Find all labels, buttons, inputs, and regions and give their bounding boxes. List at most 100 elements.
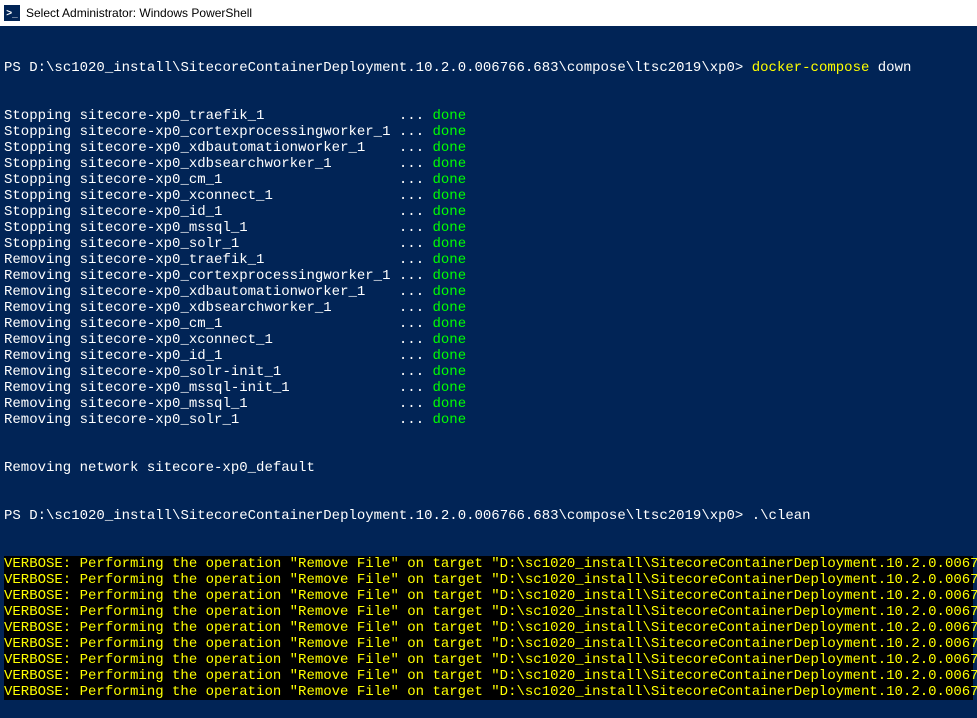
container-op-line: Removing sitecore-xp0_solr_1 ... done [4, 412, 973, 428]
verbose-line: VERBOSE: Performing the operation "Remov… [4, 668, 973, 684]
op-dots: ... [390, 252, 432, 268]
op-dots: ... [390, 412, 432, 428]
op-dots: ... [390, 204, 432, 220]
op-dots: ... [390, 124, 432, 140]
container-op-line: Stopping sitecore-xp0_cm_1 ... done [4, 172, 973, 188]
op-action: Removing [4, 396, 80, 412]
op-action: Stopping [4, 156, 80, 172]
op-action: Stopping [4, 124, 80, 140]
window-title: Select Administrator: Windows PowerShell [26, 6, 252, 20]
container-operations: Stopping sitecore-xp0_traefik_1 ... done… [4, 108, 973, 428]
op-action: Removing [4, 284, 80, 300]
op-status-done: done [433, 220, 467, 236]
op-status-done: done [433, 172, 467, 188]
op-action: Removing [4, 268, 80, 284]
op-action: Removing [4, 300, 80, 316]
op-action: Removing [4, 348, 80, 364]
op-container-name: sitecore-xp0_solr_1 [80, 412, 391, 428]
verbose-text: VERBOSE: Performing the operation "Remov… [4, 668, 973, 684]
op-action: Removing [4, 412, 80, 428]
container-op-line: Stopping sitecore-xp0_solr_1 ... done [4, 236, 973, 252]
op-status-done: done [433, 156, 467, 172]
op-container-name: sitecore-xp0_cm_1 [80, 316, 391, 332]
verbose-text: VERBOSE: Performing the operation "Remov… [4, 604, 973, 620]
container-op-line: Removing sitecore-xp0_xdbautomationworke… [4, 284, 973, 300]
op-dots: ... [390, 380, 432, 396]
op-container-name: sitecore-xp0_traefik_1 [80, 252, 391, 268]
op-status-done: done [433, 124, 467, 140]
op-container-name: sitecore-xp0_cortexprocessingworker_1 [80, 268, 391, 284]
network-remove-line: Removing network sitecore-xp0_default [4, 460, 973, 476]
prompt-line-2: PS D:\sc1020_install\SitecoreContainerDe… [4, 508, 973, 524]
container-op-line: Removing sitecore-xp0_solr-init_1 ... do… [4, 364, 973, 380]
op-container-name: sitecore-xp0_xdbsearchworker_1 [80, 300, 391, 316]
verbose-text: VERBOSE: Performing the operation "Remov… [4, 588, 973, 604]
container-op-line: Removing sitecore-xp0_xconnect_1 ... don… [4, 332, 973, 348]
op-status-done: done [433, 364, 467, 380]
op-dots: ... [390, 348, 432, 364]
window-titlebar: >_ Select Administrator: Windows PowerSh… [0, 0, 977, 26]
op-dots: ... [390, 284, 432, 300]
op-container-name: sitecore-xp0_id_1 [80, 204, 391, 220]
op-container-name: sitecore-xp0_traefik_1 [80, 108, 391, 124]
verbose-line: VERBOSE: Performing the operation "Remov… [4, 684, 973, 700]
op-status-done: done [433, 348, 467, 364]
op-dots: ... [390, 268, 432, 284]
op-status-done: done [433, 396, 467, 412]
op-status-done: done [433, 236, 467, 252]
verbose-text: VERBOSE: Performing the operation "Remov… [4, 636, 973, 652]
container-op-line: Stopping sitecore-xp0_xdbsearchworker_1 … [4, 156, 973, 172]
op-action: Stopping [4, 140, 80, 156]
op-action: Stopping [4, 172, 80, 188]
op-container-name: sitecore-xp0_solr-init_1 [80, 364, 391, 380]
op-dots: ... [390, 220, 432, 236]
op-dots: ... [390, 108, 432, 124]
op-action: Removing [4, 316, 80, 332]
verbose-line: VERBOSE: Performing the operation "Remov… [4, 588, 973, 604]
container-op-line: Removing sitecore-xp0_mssql_1 ... done [4, 396, 973, 412]
op-dots: ... [390, 396, 432, 412]
container-op-line: Stopping sitecore-xp0_xconnect_1 ... don… [4, 188, 973, 204]
op-status-done: done [433, 204, 467, 220]
verbose-line: VERBOSE: Performing the operation "Remov… [4, 572, 973, 588]
verbose-text: VERBOSE: Performing the operation "Remov… [4, 620, 973, 636]
op-container-name: sitecore-xp0_mssql-init_1 [80, 380, 391, 396]
op-status-done: done [433, 140, 467, 156]
op-container-name: sitecore-xp0_solr_1 [80, 236, 391, 252]
container-op-line: Removing sitecore-xp0_cortexprocessingwo… [4, 268, 973, 284]
op-dots: ... [390, 156, 432, 172]
terminal-output[interactable]: PS D:\sc1020_install\SitecoreContainerDe… [0, 26, 977, 718]
op-status-done: done [433, 268, 467, 284]
command-arg-down: down [869, 60, 911, 76]
op-dots: ... [390, 332, 432, 348]
verbose-output: VERBOSE: Performing the operation "Remov… [4, 556, 973, 700]
op-status-done: done [433, 284, 467, 300]
op-container-name: sitecore-xp0_mssql_1 [80, 396, 391, 412]
container-op-line: Stopping sitecore-xp0_xdbautomationworke… [4, 140, 973, 156]
container-op-line: Stopping sitecore-xp0_id_1 ... done [4, 204, 973, 220]
container-op-line: Removing sitecore-xp0_cm_1 ... done [4, 316, 973, 332]
verbose-line: VERBOSE: Performing the operation "Remov… [4, 556, 973, 572]
verbose-line: VERBOSE: Performing the operation "Remov… [4, 636, 973, 652]
container-op-line: Stopping sitecore-xp0_cortexprocessingwo… [4, 124, 973, 140]
verbose-text: VERBOSE: Performing the operation "Remov… [4, 684, 973, 700]
op-status-done: done [433, 412, 467, 428]
op-status-done: done [433, 300, 467, 316]
ps-prefix: PS [4, 508, 29, 524]
op-action: Stopping [4, 188, 80, 204]
op-dots: ... [390, 188, 432, 204]
op-container-name: sitecore-xp0_cm_1 [80, 172, 391, 188]
op-dots: ... [390, 364, 432, 380]
op-status-done: done [433, 316, 467, 332]
verbose-text: VERBOSE: Performing the operation "Remov… [4, 556, 973, 572]
op-dots: ... [390, 140, 432, 156]
command-docker-compose: docker-compose [752, 60, 870, 76]
op-dots: ... [390, 300, 432, 316]
op-status-done: done [433, 108, 467, 124]
container-op-line: Removing sitecore-xp0_mssql-init_1 ... d… [4, 380, 973, 396]
verbose-line: VERBOSE: Performing the operation "Remov… [4, 620, 973, 636]
op-container-name: sitecore-xp0_xconnect_1 [80, 188, 391, 204]
op-container-name: sitecore-xp0_mssql_1 [80, 220, 391, 236]
powershell-icon: >_ [4, 5, 20, 21]
container-op-line: Removing sitecore-xp0_id_1 ... done [4, 348, 973, 364]
